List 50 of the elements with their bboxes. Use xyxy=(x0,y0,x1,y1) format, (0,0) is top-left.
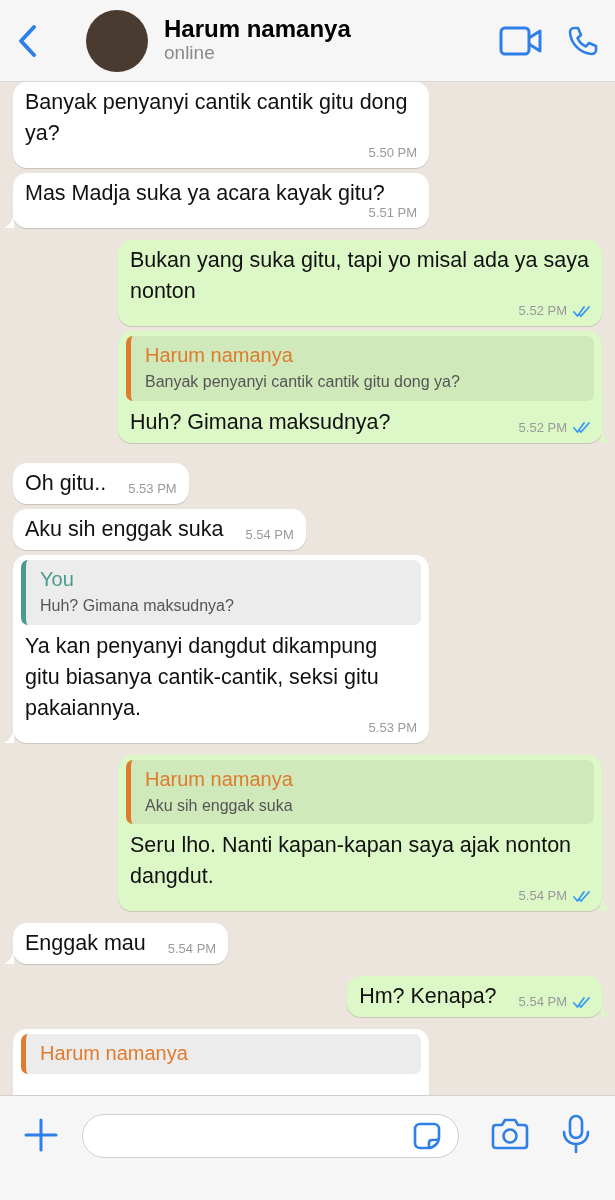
message-bubble[interactable]: Mas Madja suka ya acara kayak gitu? 5.51 PM xyxy=(13,173,429,228)
message-text: Huh? Gimana maksudnya? xyxy=(130,408,391,436)
message-time: 5.52 PM xyxy=(518,303,567,319)
message-bubble[interactable]: Bukan yang suka gitu, tapi yo misal ada ya saya nonton 5.52 PM xyxy=(118,240,602,326)
camera-icon[interactable] xyxy=(491,1118,529,1150)
message-time: 5.51 PM xyxy=(368,205,417,221)
phone-icon[interactable] xyxy=(567,24,599,57)
message-bubble[interactable]: Harum namanya Banyak penyanyi cantik cantik gitu dong ya? Huh? Gimana maksudnya? 5.52 PM xyxy=(118,331,602,443)
message-time: 5.54 PM xyxy=(518,994,567,1011)
message-time: 5.53 PM xyxy=(128,480,177,497)
back-icon[interactable] xyxy=(16,23,38,58)
message-bubble[interactable]: Aku sih enggak suka 5.54 PM xyxy=(13,508,306,550)
message-text: Enggak mau xyxy=(25,930,146,958)
message-text: Ya kan penyanyi dangdut dikampung gitu biasanya cantik-cantik, seksi gitu pakaiannya. xyxy=(25,632,380,722)
message-time: 5.53 PM xyxy=(368,719,417,736)
message-text: Seru lho. Nanti kapan-kapan saya ajak nonton dangdut. xyxy=(130,832,573,891)
quoted-message[interactable]: You Huh? Gimana maksudnya? xyxy=(21,559,421,625)
quote-text: Huh? Gimana maksudnya? xyxy=(40,595,235,616)
message-bubble[interactable]: Harum namanya Aku sih enggak suka Seru lho. Nanti kapan-kapan saya ajak nonton dangdut. 5.54 PM xyxy=(118,754,602,912)
quote-text: Aku sih enggak suka xyxy=(145,795,294,816)
contact-name[interactable]: Harum namanya xyxy=(164,15,499,43)
message-text: Bukan yang suka gitu, tapi yo misal ada ya saya nonton xyxy=(130,247,590,305)
quote-text: Banyak penyanyi cantik cantik gitu dong ya? xyxy=(145,372,461,392)
message-text: Aku sih enggak suka xyxy=(25,515,224,543)
message-text: Banyak penyanyi cantik cantik gitu dong ya? xyxy=(25,89,409,147)
message-time: 5.54 PM xyxy=(245,526,294,543)
quoted-message[interactable]: Harum namanya Aku sih enggak suka xyxy=(126,759,594,825)
video-call-icon[interactable] xyxy=(499,25,543,56)
message-bubble[interactable]: Hm? Kenapa? 5.54 PM xyxy=(347,976,602,1018)
quoted-message[interactable]: Harum namanya Banyak penyanyi cantik cantik gitu dong ya? xyxy=(126,336,594,401)
message-bubble[interactable]: You Huh? Gimana maksudnya? Ya kan penyanyi dangdut dikampung gitu biasanya cantik-cantik, seksi gitu pakaiannya. 5.53 PM xyxy=(13,554,429,743)
quote-author: You xyxy=(40,566,75,592)
message-bubble[interactable]: Enggak mau 5.54 PM xyxy=(13,923,229,965)
add-icon[interactable] xyxy=(24,1118,58,1152)
quote-author: Harum namanya xyxy=(145,343,294,368)
message-input[interactable] xyxy=(82,1114,459,1158)
message-bubble[interactable]: Oh gitu.. 5.53 PM xyxy=(13,462,189,504)
message-text: Hm? Kenapa? xyxy=(359,983,497,1011)
message-text: Oh gitu.. xyxy=(25,469,107,497)
microphone-icon[interactable] xyxy=(561,1114,591,1154)
message-time: 5.54 PM xyxy=(518,888,567,905)
message-time: 5.52 PM xyxy=(518,419,567,436)
sticker-icon[interactable] xyxy=(412,1121,442,1151)
message-time: 5.50 PM xyxy=(368,145,417,161)
contact-status: online xyxy=(164,42,216,66)
message-bubble[interactable]: Banyak penyanyi cantik cantik gitu dong ya? 5.50 PM xyxy=(13,82,429,168)
quote-author: Harum namanya xyxy=(40,1041,189,1067)
message-time: 5.54 PM xyxy=(167,941,217,958)
quote-author: Harum namanya xyxy=(145,766,294,792)
message-text: Mas Madja suka ya acara kayak gitu? xyxy=(25,180,385,207)
